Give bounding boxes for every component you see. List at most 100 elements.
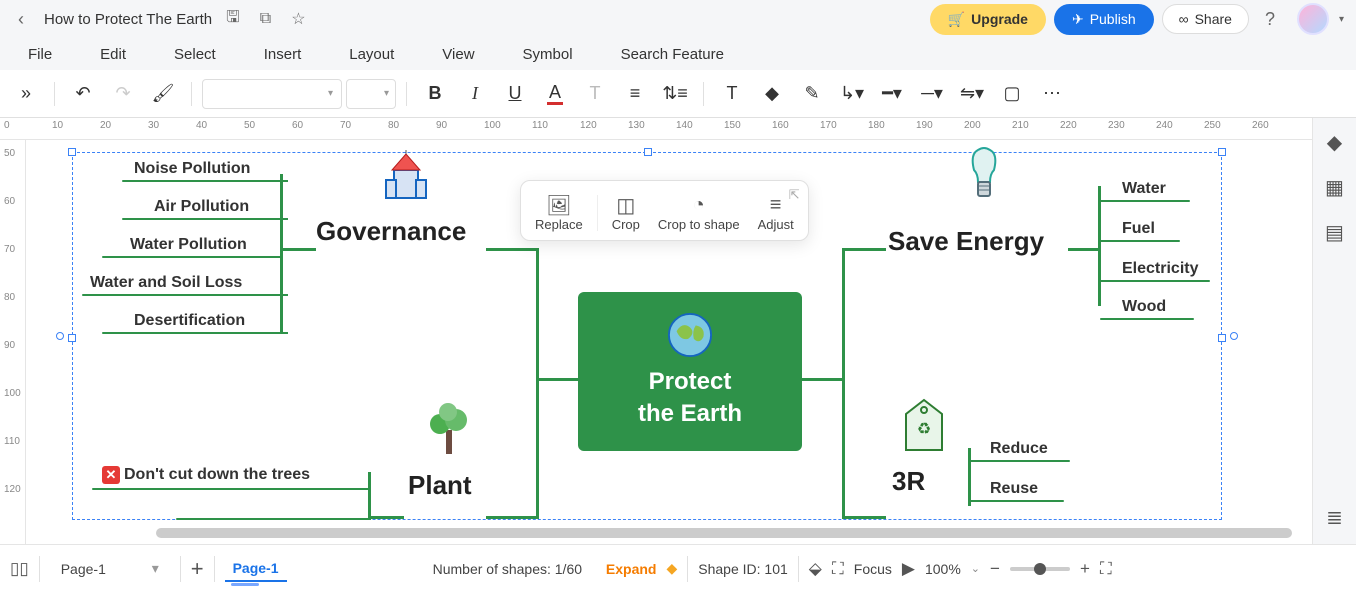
zoom-in-button[interactable]: + (1080, 559, 1090, 579)
energy-leaf[interactable]: Water (1122, 180, 1166, 202)
avatar[interactable] (1297, 3, 1329, 35)
page-selector[interactable]: Page-1▾ (50, 555, 170, 582)
adjust-icon: ≡ (770, 193, 782, 217)
zoom-out-button[interactable]: − (990, 559, 1000, 579)
star-icon[interactable]: ☆ (285, 9, 311, 29)
shape-count-label: Number of shapes: 1/60 (433, 561, 582, 577)
arrow-style-button[interactable]: ⇋▾ (954, 76, 990, 112)
page-tab[interactable]: Page-1 (225, 556, 287, 582)
plant-leaf-text: Don't cut down the trees (124, 466, 310, 483)
bold-button[interactable]: B (417, 76, 453, 112)
horizontal-scrollbar[interactable] (156, 528, 1292, 538)
gov-leaf[interactable]: Desertification (134, 312, 245, 334)
menu-file[interactable]: File (28, 46, 52, 63)
three-r-leaf[interactable]: Reduce (990, 440, 1048, 462)
highlight-button[interactable]: ✎ (794, 76, 830, 112)
underline-button[interactable]: U (497, 76, 533, 112)
sel-handle[interactable] (68, 148, 76, 156)
crop-button[interactable]: ◫Crop (604, 189, 648, 236)
ruler-vertical: 50 60 70 80 90 100 110 120 (0, 140, 26, 544)
pages-panel-icon[interactable]: ▯▯ (10, 559, 29, 579)
save-energy-title[interactable]: Save Energy (888, 226, 1044, 257)
upgrade-button[interactable]: 🛒Upgrade (930, 4, 1046, 35)
share-button[interactable]: ∞Share (1162, 4, 1249, 34)
undo-button[interactable]: ↶ (65, 76, 101, 112)
replace-button[interactable]: 🖼Replace (527, 189, 591, 236)
zoom-slider[interactable] (1010, 567, 1070, 571)
publish-button[interactable]: ✈Publish (1054, 4, 1154, 35)
pin-icon[interactable]: ⇱ (789, 187, 800, 203)
menu-select[interactable]: Select (174, 46, 216, 63)
central-node[interactable]: Protect the Earth (578, 292, 802, 451)
gov-leaf[interactable]: Water and Soil Loss (90, 274, 242, 296)
presentation-icon[interactable]: ▶ (902, 559, 915, 579)
sel-handle[interactable] (1218, 334, 1226, 342)
sel-handle[interactable] (1218, 148, 1226, 156)
governance-title[interactable]: Governance (316, 216, 466, 247)
font-size-selector[interactable]: ▾ (346, 79, 396, 109)
diamond-icon: ◆ (666, 560, 677, 577)
format-painter-icon[interactable]: 🖌 (145, 76, 181, 112)
add-page-button[interactable]: + (191, 556, 204, 582)
expand-panel-icon[interactable]: » (8, 76, 44, 112)
menu-insert[interactable]: Insert (264, 46, 302, 63)
crop-to-shape-button[interactable]: ◔Crop to shape (650, 189, 748, 236)
fill-panel-icon[interactable]: ◆ (1327, 130, 1342, 155)
energy-leaf[interactable]: Electricity (1122, 260, 1198, 282)
redo-button[interactable]: ↷ (105, 76, 141, 112)
context-toolbar: ⇱ 🖼Replace ◫Crop ◔Crop to shape ≡Adjust (520, 180, 809, 241)
svg-text:♻: ♻ (917, 421, 931, 438)
sel-handle[interactable] (68, 334, 76, 342)
font-color-button[interactable]: A (537, 76, 573, 112)
sel-handle[interactable] (1230, 332, 1238, 340)
layout-style-button[interactable]: ▢ (994, 76, 1030, 112)
fill-button[interactable]: ◆ (754, 76, 790, 112)
grid-icon[interactable]: ▤ (1325, 220, 1344, 245)
three-r-leaf[interactable]: Reuse (990, 480, 1038, 502)
line-spacing-button[interactable]: ⇅≡ (657, 76, 693, 112)
menu-view[interactable]: View (442, 46, 474, 63)
gov-leaf[interactable]: Noise Pollution (134, 160, 250, 182)
properties-icon[interactable]: ▦ (1325, 175, 1344, 200)
crop-shape-icon: ◔ (693, 193, 705, 217)
zoom-level[interactable]: 100% (925, 561, 961, 577)
menu-symbol[interactable]: Symbol (523, 46, 573, 63)
upgrade-label: Upgrade (971, 11, 1028, 27)
align-button[interactable]: ≡ (617, 76, 653, 112)
text-tool-button[interactable]: T (714, 76, 750, 112)
line-weight-button[interactable]: ━▾ (874, 76, 910, 112)
plant-title[interactable]: Plant (408, 470, 472, 501)
menu-layout[interactable]: Layout (349, 46, 394, 63)
focus-label[interactable]: Focus (854, 561, 892, 577)
three-r-title[interactable]: 3R (892, 466, 925, 497)
sel-handle[interactable] (56, 332, 64, 340)
sel-handle[interactable] (644, 148, 652, 156)
bulb-icon (964, 146, 1004, 211)
focus-icon[interactable]: ⛶ (832, 559, 844, 579)
replace-icon: 🖼 (546, 193, 571, 217)
canvas[interactable]: Protect the Earth Governance Noise Pollu… (26, 140, 1312, 544)
back-button[interactable]: ‹ (12, 9, 30, 30)
plant-leaf[interactable]: ✕Don't cut down the trees (102, 466, 310, 488)
outline-icon[interactable]: ≣ (1326, 505, 1343, 530)
layers-icon[interactable]: ⬙ (809, 559, 822, 579)
italic-button[interactable]: I (457, 76, 493, 112)
font-selector[interactable]: ▾ (202, 79, 342, 109)
menu-edit[interactable]: Edit (100, 46, 126, 63)
gov-leaf[interactable]: Water Pollution (130, 236, 247, 258)
open-external-icon[interactable]: ⧉ (254, 10, 277, 28)
connector-style-button[interactable]: ↳▾ (834, 76, 870, 112)
clear-format-button[interactable]: T (577, 76, 613, 112)
save-icon[interactable]: 🖫 (220, 6, 246, 33)
more-button[interactable]: ⋯ (1034, 76, 1070, 112)
central-line1: Protect (606, 366, 774, 398)
menu-search[interactable]: Search Feature (621, 46, 724, 63)
avatar-dropdown[interactable]: ▾ (1339, 14, 1344, 25)
fullscreen-icon[interactable]: ⛶ (1100, 559, 1112, 579)
line-style-button[interactable]: ─▾ (914, 76, 950, 112)
expand-button[interactable]: Expand (606, 561, 657, 577)
gov-leaf[interactable]: Air Pollution (154, 198, 249, 220)
energy-leaf[interactable]: Wood (1122, 298, 1166, 320)
help-icon[interactable]: ? (1257, 9, 1283, 30)
energy-leaf[interactable]: Fuel (1122, 220, 1155, 242)
